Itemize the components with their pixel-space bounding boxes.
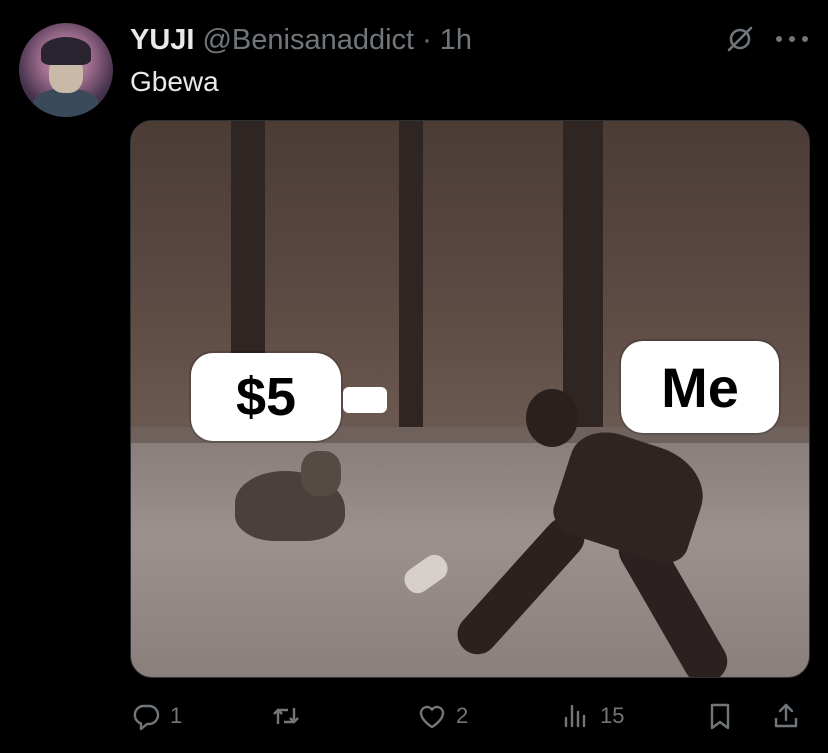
share-button[interactable] xyxy=(770,696,802,736)
avatar-hair xyxy=(41,37,91,65)
heart-icon xyxy=(419,705,445,729)
avatar[interactable] xyxy=(19,23,113,117)
views-count: 15 xyxy=(600,703,625,728)
tweet-header: YUJI @Benisanaddict · 1h xyxy=(130,23,472,57)
tweet-media-image[interactable]: $5 Me xyxy=(130,120,810,678)
meme-label-money: $5 xyxy=(191,353,341,441)
label-tail xyxy=(343,387,387,413)
like-button[interactable]: 2 xyxy=(416,696,468,736)
author-name[interactable]: YUJI xyxy=(130,24,194,57)
tweet-time[interactable]: 1h xyxy=(440,24,472,57)
more-dot xyxy=(789,36,795,42)
reply-count: 1 xyxy=(170,703,183,728)
avatar-body xyxy=(33,89,99,117)
share-icon xyxy=(774,703,798,728)
action-bar: 1 2 15 xyxy=(130,696,810,736)
like-count: 2 xyxy=(456,703,469,728)
views-button[interactable]: 15 xyxy=(560,696,624,736)
more-dot xyxy=(802,36,808,42)
meme-label-me: Me xyxy=(621,341,779,433)
bookmark-button[interactable] xyxy=(704,696,736,736)
retweet-icon xyxy=(273,708,299,724)
header-separator: · xyxy=(422,23,432,56)
tweet-text: Gbewa xyxy=(130,66,219,97)
more-icon[interactable] xyxy=(776,26,808,52)
media-goat-head xyxy=(301,451,341,496)
mute-icon[interactable] xyxy=(725,24,755,54)
views-icon xyxy=(564,704,586,728)
media-man-head xyxy=(526,389,578,447)
more-dot xyxy=(776,36,782,42)
media-pole xyxy=(399,121,423,466)
reply-icon xyxy=(133,704,160,731)
reply-button[interactable]: 1 xyxy=(130,696,182,736)
author-handle[interactable]: @Benisanaddict xyxy=(202,24,414,57)
retweet-button[interactable] xyxy=(270,696,310,736)
bookmark-icon xyxy=(710,703,730,730)
